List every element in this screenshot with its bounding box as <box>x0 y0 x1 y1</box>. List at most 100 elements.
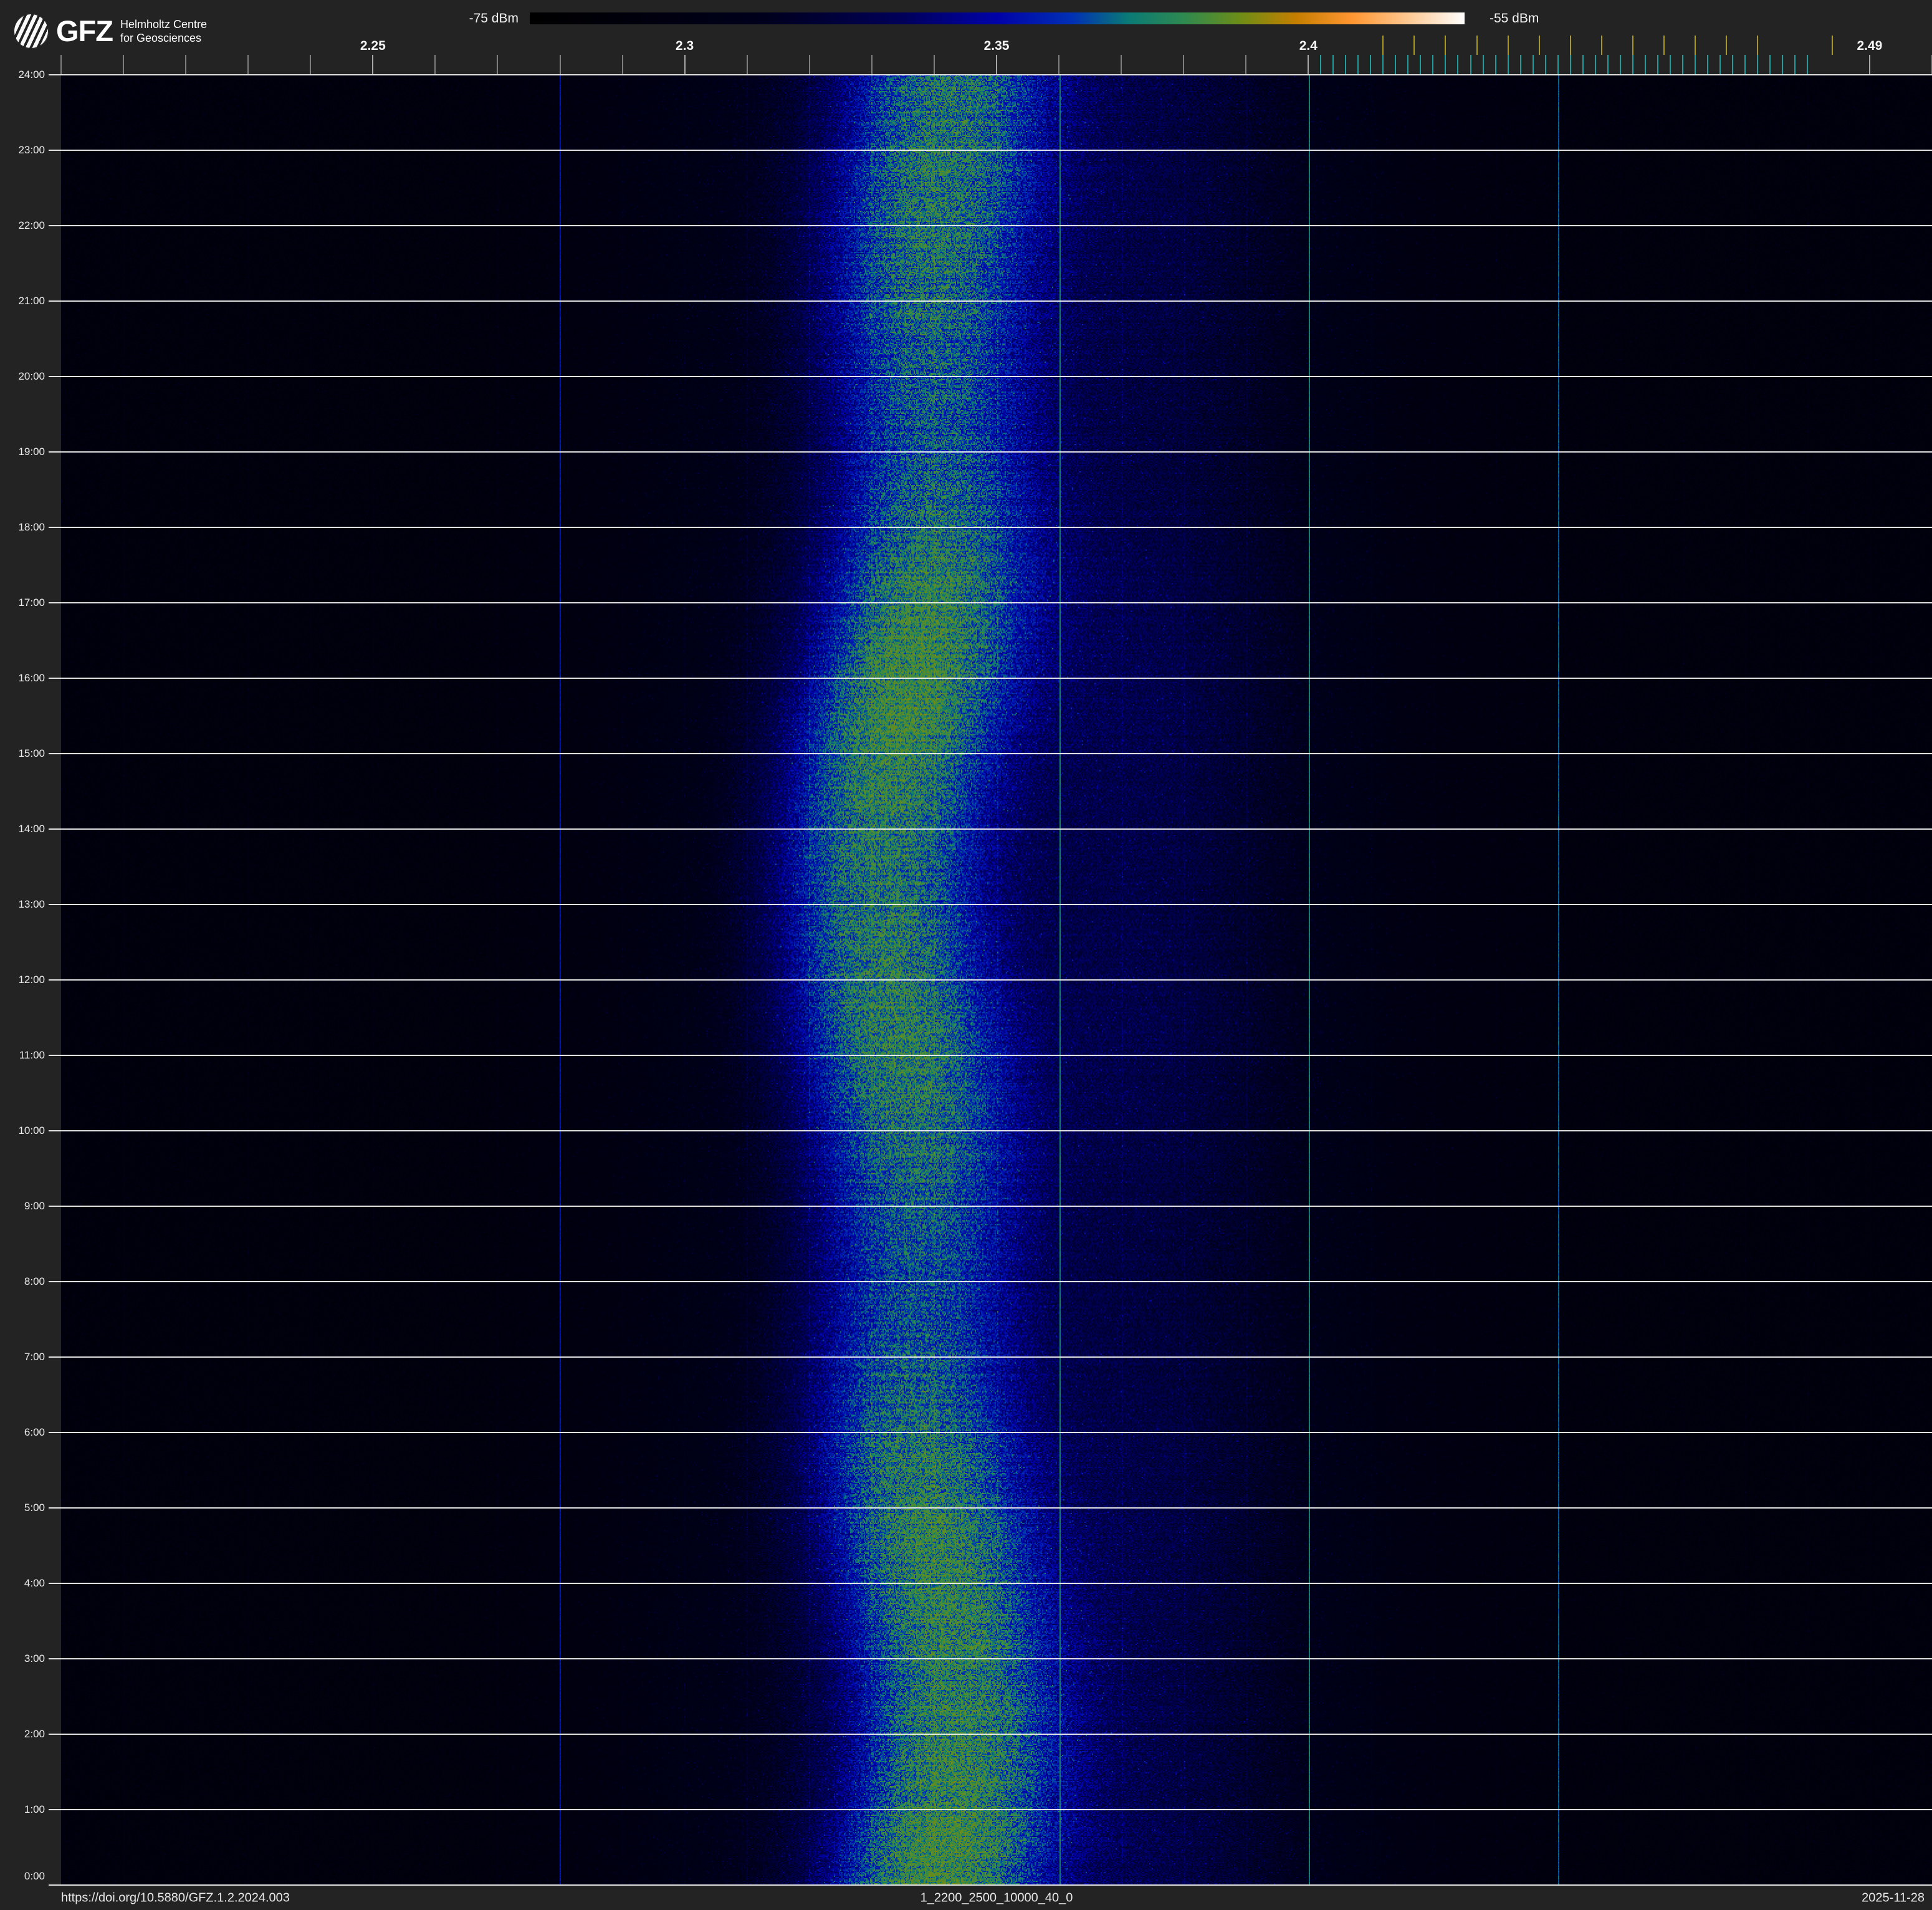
hour-gridline <box>49 904 1932 905</box>
footer: https://doi.org/10.5880/GFZ.1.2.2024.003… <box>0 1886 1932 1910</box>
wifi-channel-tick <box>1538 36 1540 55</box>
ble-channel-tick <box>1594 55 1596 74</box>
freq-tick-minor <box>247 55 249 74</box>
freq-tick-label: 2.35 <box>983 39 1010 53</box>
ble-channel-tick <box>1370 55 1372 74</box>
wifi-channel-tick <box>1445 36 1447 55</box>
wifi-channel-tick <box>1600 36 1602 55</box>
ble-channel-tick <box>1719 55 1721 74</box>
freq-tick-minor <box>1245 55 1247 74</box>
hour-gridline <box>49 1356 1932 1358</box>
hour-gridline <box>49 150 1932 151</box>
time-label: 7:00 <box>24 1351 45 1363</box>
wifi-channel-tick <box>1476 36 1478 55</box>
time-label: 8:00 <box>24 1275 45 1287</box>
time-label: 17:00 <box>18 597 45 608</box>
hour-gridline <box>49 74 1932 75</box>
time-label: 20:00 <box>18 370 45 382</box>
wifi-channel-tick <box>1569 36 1571 55</box>
ble-channel-tick <box>1781 55 1783 74</box>
doi-link[interactable]: https://doi.org/10.5880/GFZ.1.2.2024.003 <box>61 1891 290 1905</box>
ble-channel-tick <box>1794 55 1796 74</box>
freq-tick-label: 2.49 <box>1857 39 1883 53</box>
freq-tick-minor <box>434 55 436 74</box>
wifi-channel-tick <box>1663 36 1665 55</box>
ble-channel-tick <box>1382 55 1384 74</box>
time-label: 18:00 <box>18 521 45 533</box>
ble-channel-tick <box>1706 55 1708 74</box>
freq-tick-minor <box>808 55 810 74</box>
date-label: 2025-11-28 <box>1862 1891 1925 1904</box>
time-label: 3:00 <box>24 1653 45 1664</box>
wifi-channel-tick <box>1694 36 1696 55</box>
time-label: 6:00 <box>24 1426 45 1438</box>
time-label: 24:00 <box>18 69 45 80</box>
freq-tick-major <box>684 55 686 74</box>
freq-tick-minor <box>621 55 623 74</box>
freq-tick-minor <box>559 55 561 74</box>
frequency-axis: 2.25 2.3 2.35 2.4 2.49 <box>0 0 1932 75</box>
freq-tick-minor <box>310 55 312 74</box>
ble-channel-tick <box>1395 55 1397 74</box>
wifi-channel-tick <box>1725 36 1727 55</box>
ble-channel-tick <box>1470 55 1471 74</box>
hour-gridline <box>49 1206 1932 1207</box>
hour-gridline <box>49 1583 1932 1584</box>
ble-channel-tick <box>1532 55 1534 74</box>
ble-channel-tick <box>1432 55 1434 74</box>
wifi-channel-tick <box>1632 36 1633 55</box>
freq-tick-minor <box>1121 55 1122 74</box>
time-label: 2:00 <box>24 1728 45 1740</box>
time-label: 22:00 <box>18 219 45 231</box>
time-label: 13:00 <box>18 898 45 910</box>
hour-gridline <box>49 225 1932 226</box>
hour-gridline <box>49 1281 1932 1282</box>
time-label: 19:00 <box>18 446 45 458</box>
time-label: 10:00 <box>18 1125 45 1136</box>
hour-gridline <box>49 1507 1932 1509</box>
dataset-id: 1_2200_2500_10000_40_0 <box>920 1891 1073 1904</box>
hour-gridline <box>49 451 1932 453</box>
ble-channel-tick <box>1345 55 1347 74</box>
time-label: 0:00 <box>24 1870 45 1882</box>
freq-tick-label: 2.4 <box>1299 39 1317 53</box>
freq-tick-minor <box>60 55 62 74</box>
ble-channel-tick <box>1407 55 1409 74</box>
hour-gridline <box>49 602 1932 603</box>
time-label: 4:00 <box>24 1577 45 1589</box>
wifi-channel-tick <box>1507 36 1509 55</box>
time-label: 23:00 <box>18 144 45 156</box>
ble-channel-tick <box>1657 55 1658 74</box>
hour-gridline <box>49 678 1932 679</box>
ble-channel-tick <box>1632 55 1633 74</box>
ble-channel-tick <box>1357 55 1359 74</box>
freq-tick-label: 2.3 <box>676 39 694 53</box>
ble-channel-tick <box>1806 55 1808 74</box>
freq-tick-minor <box>746 55 748 74</box>
ble-channel-tick <box>1445 55 1447 74</box>
freq-tick-major <box>1868 55 1870 74</box>
freq-tick-minor <box>871 55 873 74</box>
ble-channel-tick <box>1669 55 1671 74</box>
freq-tick-minor <box>933 55 935 74</box>
wifi-channel-tick <box>1382 36 1384 55</box>
ble-channel-tick <box>1694 55 1696 74</box>
time-label: 16:00 <box>18 672 45 684</box>
hour-gridline <box>49 1734 1932 1735</box>
freq-tick-major <box>1308 55 1309 74</box>
wifi-channel-tick <box>1413 36 1415 55</box>
freq-tick-minor <box>123 55 125 74</box>
ble-channel-tick <box>1457 55 1459 74</box>
ble-channel-tick <box>1769 55 1771 74</box>
ble-channel-tick <box>1482 55 1484 74</box>
hour-gridline <box>49 527 1932 528</box>
freq-tick-minor <box>497 55 499 74</box>
spectrogram-page: GFZ Helmholtz Centre for Geosciences -75… <box>0 0 1932 1910</box>
ble-channel-tick <box>1619 55 1621 74</box>
time-label: 1:00 <box>24 1803 45 1815</box>
hour-gridline <box>49 1658 1932 1659</box>
time-label: 15:00 <box>18 747 45 759</box>
time-label: 12:00 <box>18 974 45 986</box>
ble-channel-tick <box>1744 55 1746 74</box>
ble-channel-tick <box>1519 55 1521 74</box>
